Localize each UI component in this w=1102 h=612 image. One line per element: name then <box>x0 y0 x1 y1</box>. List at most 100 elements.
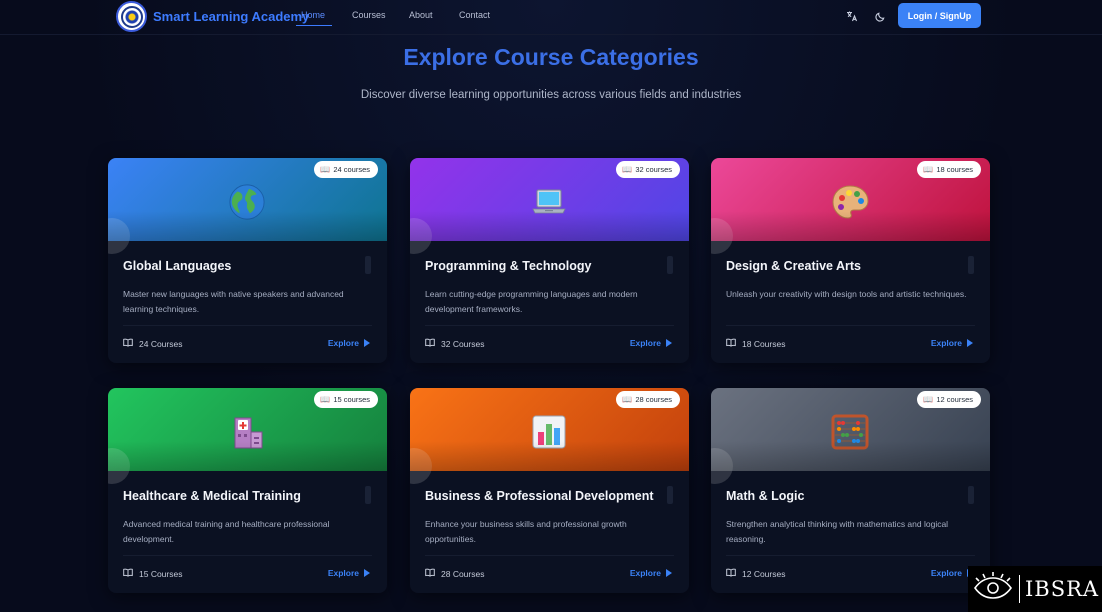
card-title: Business & Professional Development <box>425 489 654 503</box>
book-icon: 📖 <box>923 395 934 404</box>
play-arrow-icon <box>666 339 672 347</box>
card-title: Healthcare & Medical Training <box>123 489 301 503</box>
category-card-math-logic[interactable]: 📖 12 courses Math & Logic Strengthen ana… <box>711 388 990 593</box>
card-divider <box>123 325 372 326</box>
card-description: Unleash your creativity with design tool… <box>726 289 967 299</box>
explore-label: Explore <box>629 568 661 578</box>
play-arrow-icon <box>364 569 370 577</box>
course-count-badge: 📖 12 courses <box>917 391 981 408</box>
card-title: Design & Creative Arts <box>726 259 861 273</box>
course-count: 12 Courses <box>726 568 785 579</box>
course-count-label: 12 Courses <box>742 568 786 579</box>
page-subtitle: Discover diverse learning opportunities … <box>360 89 742 101</box>
badge-label: 32 courses <box>635 165 672 174</box>
category-card-programming-technology[interactable]: 📖 32 courses Programming & Technology Le… <box>410 158 689 363</box>
category-card-global-languages[interactable]: 📖 24 courses Global Languages Master new… <box>108 158 387 363</box>
card-description: Enhance your business skills and profess… <box>425 519 627 544</box>
card-title: Math & Logic <box>726 489 805 503</box>
academy-logo[interactable] <box>116 1 147 32</box>
play-arrow-icon <box>666 569 672 577</box>
nav-link-contact[interactable]: Contact <box>459 10 490 20</box>
card-header: 📖 28 courses <box>410 388 689 484</box>
course-count: 32 Courses <box>425 338 484 349</box>
card-divider <box>425 325 674 326</box>
course-count-badge: 📖 24 courses <box>314 161 378 178</box>
eye-icon <box>972 571 1014 608</box>
watermark-separator <box>1019 575 1020 603</box>
decorative-circle <box>711 448 733 484</box>
card-header: 📖 12 courses <box>711 388 990 484</box>
explore-link[interactable]: Explore <box>931 338 973 348</box>
page-title: Explore Course Categories <box>403 44 699 70</box>
explore-link[interactable]: Explore <box>328 338 370 348</box>
course-count-label: 15 Courses <box>139 568 183 579</box>
card-description: Master new languages with native speaker… <box>123 289 344 314</box>
badge-label: 15 courses <box>333 395 370 404</box>
explore-link[interactable]: Explore <box>328 568 370 578</box>
card-divider <box>726 555 975 556</box>
course-count-badge: 📖 18 courses <box>917 161 981 178</box>
card-divider <box>425 555 674 556</box>
badge-label: 24 courses <box>333 165 370 174</box>
explore-link[interactable]: Explore <box>630 338 672 348</box>
explore-label: Explore <box>629 338 661 348</box>
book-icon <box>726 568 736 579</box>
explore-label: Explore <box>930 338 962 348</box>
card-divider <box>726 325 975 326</box>
nav-link-courses[interactable]: Courses <box>352 10 386 20</box>
hospital-icon <box>227 412 267 452</box>
card-divider <box>123 555 372 556</box>
category-card-business-professional[interactable]: 📖 28 courses Business & Professional Dev… <box>410 388 689 593</box>
play-arrow-icon <box>364 339 370 347</box>
explore-label: Explore <box>327 338 359 348</box>
card-accent-mark <box>365 256 371 274</box>
book-icon <box>726 338 736 349</box>
book-icon <box>425 568 435 579</box>
nav-link-about[interactable]: About <box>409 10 433 20</box>
book-icon: 📖 <box>320 395 331 404</box>
brand-name[interactable]: Smart Learning Academy <box>153 9 309 24</box>
category-card-design-creative-arts[interactable]: 📖 18 courses Design & Creative Arts Unle… <box>711 158 990 363</box>
abacus-icon <box>830 412 870 452</box>
card-accent-mark <box>365 486 371 504</box>
moon-icon[interactable] <box>873 9 887 23</box>
book-icon: 📖 <box>622 165 633 174</box>
course-count-label: 32 Courses <box>441 338 485 349</box>
decorative-circle <box>410 448 432 484</box>
nav-link-home[interactable]: Home <box>301 10 325 20</box>
card-description: Advanced medical training and healthcare… <box>123 519 330 544</box>
course-count: 24 Courses <box>123 338 182 349</box>
explore-label: Explore <box>930 568 962 578</box>
course-count-label: 24 Courses <box>139 338 183 349</box>
badge-label: 18 courses <box>936 165 973 174</box>
card-accent-mark <box>968 256 974 274</box>
palette-icon <box>830 182 870 222</box>
explore-label: Explore <box>327 568 359 578</box>
card-description: Strengthen analytical thinking with math… <box>726 519 949 544</box>
login-signup-button[interactable]: Login / SignUp <box>898 3 981 28</box>
explore-link[interactable]: Explore <box>630 568 672 578</box>
translate-icon[interactable] <box>845 9 859 23</box>
card-description: Learn cutting-edge programming languages… <box>425 289 638 314</box>
course-count-label: 18 Courses <box>742 338 786 349</box>
ibsra-watermark: IBSRA <box>968 566 1102 612</box>
laptop-icon <box>529 182 569 222</box>
course-count-badge: 📖 28 courses <box>616 391 680 408</box>
card-accent-mark <box>968 486 974 504</box>
book-icon: 📖 <box>320 165 331 174</box>
category-card-healthcare-medical[interactable]: 📖 15 courses Healthcare & Medical Traini… <box>108 388 387 593</box>
explore-link[interactable]: Explore <box>931 568 973 578</box>
decorative-circle <box>108 448 130 484</box>
book-icon <box>425 338 435 349</box>
decorative-circle <box>410 218 432 254</box>
card-title: Programming & Technology <box>425 259 592 273</box>
book-icon: 📖 <box>622 395 633 404</box>
course-count: 15 Courses <box>123 568 182 579</box>
card-header: 📖 15 courses <box>108 388 387 484</box>
book-icon <box>123 338 133 349</box>
card-header: 📖 24 courses <box>108 158 387 254</box>
book-icon <box>123 568 133 579</box>
course-count-badge: 📖 32 courses <box>616 161 680 178</box>
decorative-circle <box>711 218 733 254</box>
course-count: 28 Courses <box>425 568 484 579</box>
